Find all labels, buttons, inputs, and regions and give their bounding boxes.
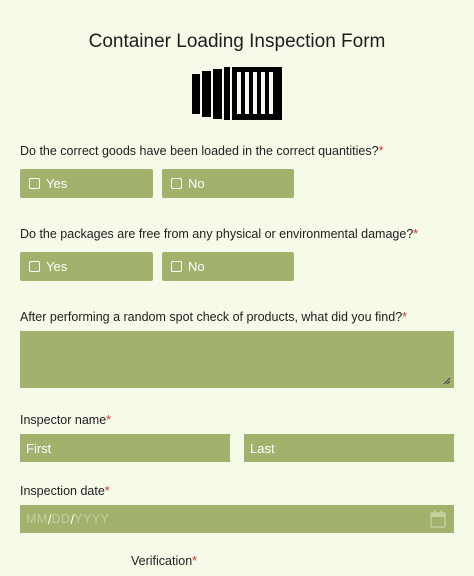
year-placeholder: YYYY (74, 512, 110, 526)
option-label: No (188, 176, 205, 191)
shipping-container-icon (192, 67, 282, 120)
resize-handle-icon[interactable] (443, 377, 451, 385)
question-spot-check: After performing a random spot check of … (20, 310, 407, 324)
q1-yes-option[interactable]: Yes (20, 169, 153, 198)
calendar-icon[interactable] (430, 510, 446, 528)
inspector-name-label: Inspector name* (20, 413, 111, 427)
q2-no-option[interactable]: No (162, 252, 294, 281)
option-label: No (188, 259, 205, 274)
question-label: After performing a random spot check of … (20, 310, 403, 324)
required-marker: * (104, 484, 110, 498)
required-marker: * (106, 413, 112, 427)
checkbox[interactable] (171, 261, 182, 272)
required-marker: * (378, 144, 384, 158)
question-label: Do the correct goods have been loaded in… (20, 144, 379, 158)
q2-yes-option[interactable]: Yes (20, 252, 153, 281)
placeholder: First (26, 440, 52, 456)
field-label: Inspector name (20, 413, 107, 427)
first-name-input[interactable]: First (20, 434, 230, 462)
inspection-date-label: Inspection date* (20, 484, 110, 498)
verification-label: Verification* (131, 554, 197, 568)
checkbox[interactable] (171, 178, 182, 189)
question-goods-quantities: Do the correct goods have been loaded in… (20, 144, 383, 158)
month-placeholder: MM (26, 512, 48, 526)
placeholder: Last (250, 440, 275, 456)
q1-no-option[interactable]: No (162, 169, 294, 198)
question-label: Do the packages are free from any physic… (20, 227, 414, 241)
inspection-date-input[interactable]: MM / DD / YYYY (20, 505, 454, 533)
option-label: Yes (46, 259, 68, 274)
checkbox[interactable] (29, 261, 40, 272)
required-marker: * (402, 310, 408, 324)
last-name-input[interactable]: Last (244, 434, 454, 462)
form-title: Container Loading Inspection Form (88, 31, 386, 52)
checkbox[interactable] (29, 178, 40, 189)
required-marker: * (192, 554, 198, 568)
option-label: Yes (46, 176, 68, 191)
field-label: Inspection date (20, 484, 105, 498)
question-packages-damage: Do the packages are free from any physic… (20, 227, 418, 241)
field-label: Verification (131, 554, 193, 568)
day-placeholder: DD (51, 512, 71, 526)
spot-check-textarea[interactable] (20, 331, 454, 388)
required-marker: * (413, 227, 419, 241)
